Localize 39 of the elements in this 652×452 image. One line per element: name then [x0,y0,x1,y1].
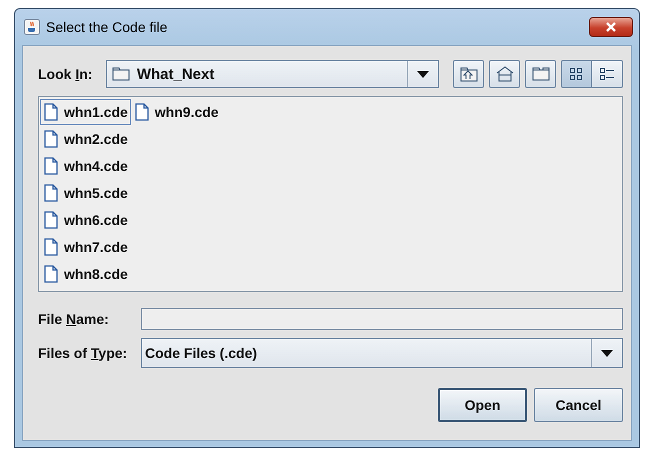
file-item[interactable]: whn6.cde [40,207,131,233]
list-view-toggle[interactable] [561,60,592,88]
file-icon [44,265,58,283]
grid-view-icon [568,66,584,82]
files-of-type-label: Files of Type: [38,345,128,361]
window-title: Select the Code file [46,19,168,35]
file-item[interactable]: whn5.cde [40,180,131,206]
file-icon [44,211,58,229]
folder-icon [532,67,550,81]
file-icon [44,103,58,121]
file-name-label: File Name: [38,311,110,327]
home-button[interactable] [489,60,520,88]
file-icon [44,130,58,148]
open-button[interactable]: Open [438,388,527,422]
look-in-dropdown[interactable]: What_Next [106,60,439,88]
file-type-dropdown[interactable]: Code Files (.cde) [141,338,623,368]
folder-icon [112,67,130,81]
details-view-toggle[interactable] [592,60,623,88]
up-folder-button[interactable] [453,60,484,88]
file-item[interactable]: whn8.cde [40,261,131,287]
coffee-cup-icon [24,19,40,35]
file-item[interactable]: whn7.cde [40,234,131,260]
file-item[interactable]: whn9.cde [130,99,222,125]
file-icon [134,103,149,121]
file-name-field[interactable] [141,308,623,330]
close-icon [605,22,617,32]
file-icon [44,157,58,175]
file-item[interactable]: whn4.cde [40,153,131,179]
list-view-icon [599,66,615,82]
folder-up-arrow-icon [460,66,478,82]
close-button[interactable] [589,17,633,37]
file-icon [44,184,58,202]
new-folder-button[interactable] [525,60,556,88]
file-item[interactable]: whn1.cde [40,99,131,125]
home-icon [496,66,514,82]
file-item[interactable]: whn2.cde [40,126,131,152]
file-icon [44,238,58,256]
look-in-label: Look In: [38,66,94,82]
cancel-button[interactable]: Cancel [534,388,623,422]
